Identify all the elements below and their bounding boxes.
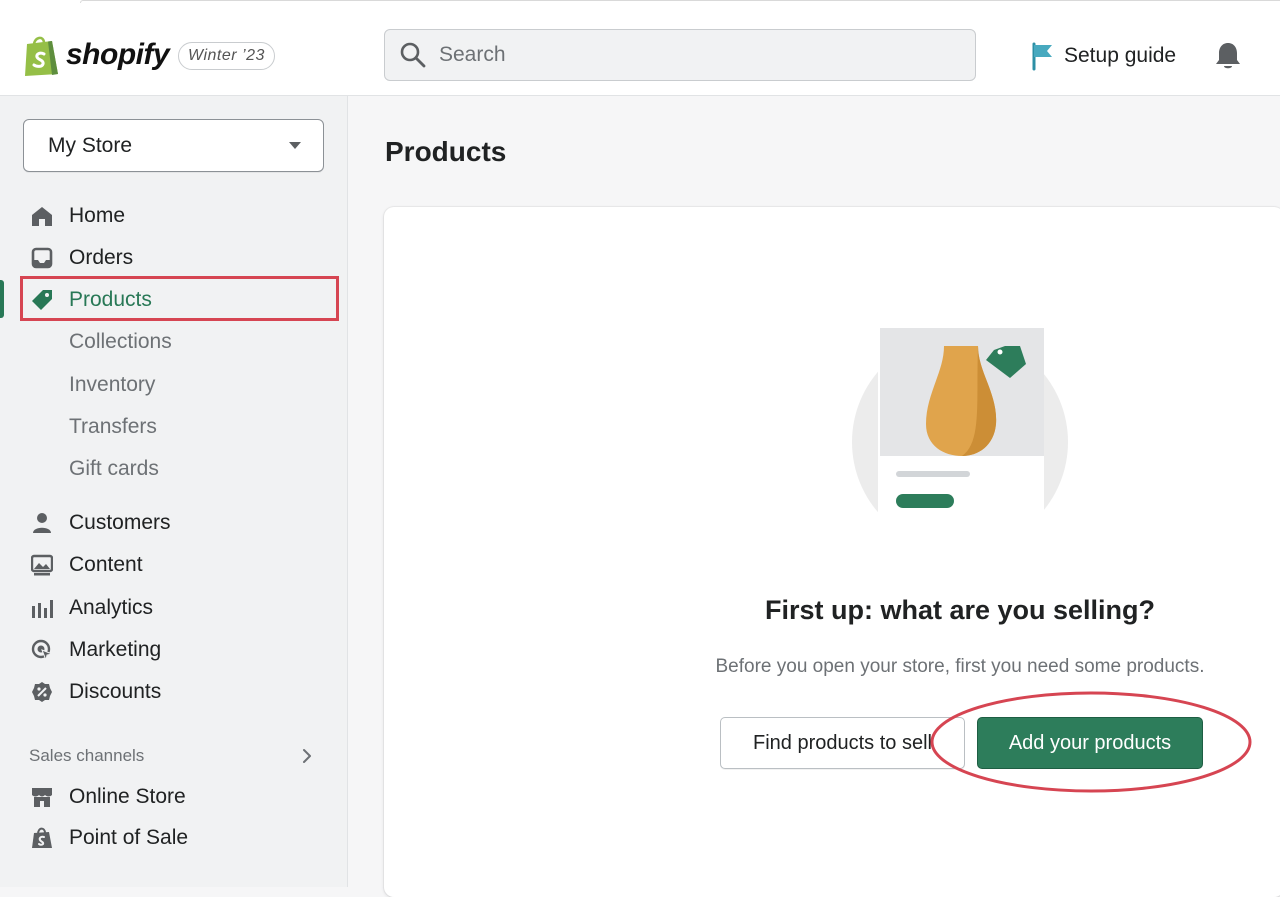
sidebar-item-label: Inventory xyxy=(69,373,156,396)
pos-bag-icon xyxy=(32,827,52,848)
shopify-logo[interactable]: shopify xyxy=(22,34,170,76)
sidebar-item-gift-cards[interactable]: Gift cards xyxy=(22,449,340,489)
sidebar-item-label: Discounts xyxy=(69,680,162,703)
shopify-bag-icon xyxy=(25,36,58,76)
bell-icon[interactable] xyxy=(1213,40,1243,72)
sidebar-item-label: Home xyxy=(69,204,126,227)
home-icon xyxy=(32,207,52,226)
sidebar-item-analytics[interactable]: Analytics xyxy=(22,588,340,628)
page-title: Products xyxy=(385,136,507,167)
discount-icon xyxy=(32,682,52,702)
sidebar-item-customers[interactable]: Customers xyxy=(22,503,340,543)
sidebar-item-inventory[interactable]: Inventory xyxy=(22,365,340,405)
sidebar-item-products[interactable]: Products xyxy=(22,280,340,320)
empty-state-text: Before you open your store, first you ne… xyxy=(715,656,1205,677)
sidebar-item-label: Content xyxy=(69,553,143,576)
search-input[interactable]: Search xyxy=(384,29,976,81)
store-name: My Store xyxy=(48,133,133,157)
edition-badge[interactable]: Winter ’23 xyxy=(178,42,275,70)
sidebar-item-collections[interactable]: Collections xyxy=(22,322,340,362)
sidebar-item-discounts[interactable]: Discounts xyxy=(22,672,340,712)
sidebar-item-orders[interactable]: Orders xyxy=(22,238,340,278)
setup-guide-button[interactable]: Setup guide xyxy=(1030,38,1176,74)
sidebar-item-label: Collections xyxy=(69,330,172,353)
browser-frame-edge xyxy=(80,0,1280,3)
sidebar-item-home[interactable]: Home xyxy=(22,196,340,236)
find-products-button[interactable]: Find products to sell xyxy=(720,717,965,769)
target-icon xyxy=(31,639,53,661)
flag-icon xyxy=(1032,42,1052,71)
sidebar: My Store Home Orders Products Collection… xyxy=(0,96,348,887)
sidebar-item-label: Orders xyxy=(69,246,134,269)
sidebar-item-content[interactable]: Content xyxy=(22,545,340,585)
active-indicator xyxy=(0,280,4,318)
sidebar-item-label: Marketing xyxy=(69,638,162,661)
add-products-button[interactable]: Add your products xyxy=(977,717,1203,769)
sidebar-item-label: Point of Sale xyxy=(69,826,189,849)
empty-state-card xyxy=(384,207,1280,897)
sidebar-item-label: Customers xyxy=(69,511,171,534)
top-bar: shopify Winter ’23 Search Setup guide xyxy=(0,0,1280,96)
image-icon xyxy=(31,554,53,576)
sidebar-item-point-of-sale[interactable]: Point of Sale xyxy=(22,818,340,858)
sidebar-item-marketing[interactable]: Marketing xyxy=(22,630,340,670)
shopify-wordmark: shopify xyxy=(66,38,170,71)
sidebar-item-label: Online Store xyxy=(69,785,186,808)
sidebar-item-label: Gift cards xyxy=(69,457,159,480)
chevron-right-icon[interactable] xyxy=(300,747,314,765)
sidebar-item-online-store[interactable]: Online Store xyxy=(22,777,340,817)
sales-channels-heading: Sales channels xyxy=(29,746,145,765)
sidebar-item-label: Analytics xyxy=(69,596,154,619)
search-placeholder: Search xyxy=(439,43,506,66)
sidebar-item-transfers[interactable]: Transfers xyxy=(22,407,340,447)
sidebar-item-label: Transfers xyxy=(69,415,157,438)
person-icon xyxy=(33,513,51,533)
tag-icon xyxy=(32,290,52,310)
store-icon xyxy=(32,788,52,807)
bar-chart-icon xyxy=(32,600,53,618)
store-selector[interactable]: My Store xyxy=(23,119,324,172)
inbox-icon xyxy=(31,247,53,269)
product-illustration xyxy=(852,326,1072,552)
search-icon xyxy=(400,42,426,68)
empty-state-heading: First up: what are you selling? xyxy=(764,595,1156,625)
setup-guide-label: Setup guide xyxy=(1064,44,1177,67)
caret-down-icon xyxy=(289,142,301,149)
sidebar-item-label: Products xyxy=(69,288,152,311)
